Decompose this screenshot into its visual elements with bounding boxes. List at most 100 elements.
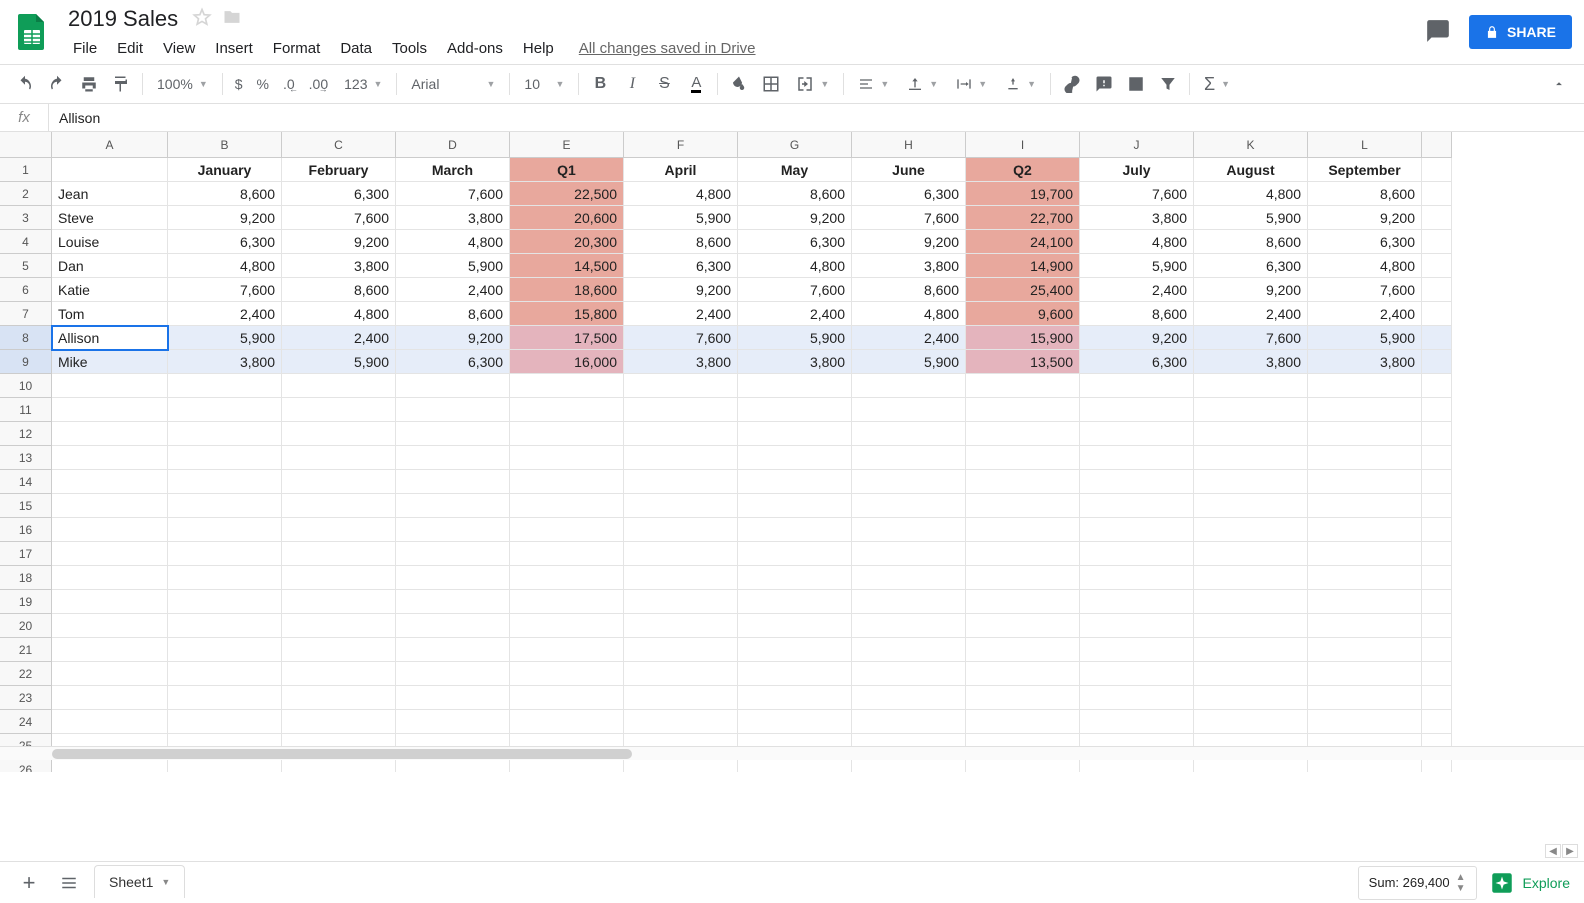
empty-cell[interactable] (510, 374, 624, 398)
menu-view[interactable]: View (154, 36, 204, 61)
name-cell[interactable]: Allison (52, 326, 168, 350)
col-header-F[interactable]: F (624, 132, 738, 158)
increase-decimal-button[interactable]: .00→ (303, 76, 334, 92)
empty-cell[interactable] (52, 422, 168, 446)
data-cell[interactable]: 7,600 (852, 206, 966, 230)
name-cell[interactable]: Katie (52, 278, 168, 302)
header-cell[interactable] (52, 158, 168, 182)
empty-cell[interactable] (624, 446, 738, 470)
data-cell[interactable]: 2,400 (168, 302, 282, 326)
data-cell[interactable]: 19,700 (966, 182, 1080, 206)
data-cell[interactable]: 6,300 (1308, 230, 1422, 254)
empty-cell[interactable] (282, 446, 396, 470)
data-cell[interactable]: 8,600 (1194, 230, 1308, 254)
data-cell[interactable]: 8,600 (852, 278, 966, 302)
empty-cell[interactable] (168, 374, 282, 398)
empty-cell[interactable] (624, 374, 738, 398)
data-cell[interactable]: 4,800 (852, 302, 966, 326)
empty-cell[interactable] (510, 686, 624, 710)
name-cell[interactable]: Tom (52, 302, 168, 326)
empty-cell[interactable] (966, 398, 1080, 422)
empty-cell[interactable] (852, 446, 966, 470)
empty-cell[interactable] (396, 542, 510, 566)
header-cell[interactable]: Q1 (510, 158, 624, 182)
empty-cell[interactable] (396, 470, 510, 494)
name-cell[interactable]: Steve (52, 206, 168, 230)
empty-cell[interactable] (282, 614, 396, 638)
col-header-C[interactable]: C (282, 132, 396, 158)
data-cell[interactable]: 7,600 (396, 182, 510, 206)
empty-cell[interactable] (282, 494, 396, 518)
empty-cell[interactable] (282, 566, 396, 590)
zoom-select[interactable]: 100%▼ (149, 76, 216, 92)
data-cell[interactable]: 14,500 (510, 254, 624, 278)
empty-cell[interactable] (168, 710, 282, 734)
insert-link-button[interactable] (1057, 69, 1087, 99)
data-cell[interactable]: 8,600 (168, 182, 282, 206)
data-cell[interactable]: 9,200 (738, 206, 852, 230)
move-folder-icon[interactable] (222, 7, 242, 30)
data-cell[interactable]: 24,100 (966, 230, 1080, 254)
empty-cell[interactable] (1308, 758, 1422, 772)
empty-cell[interactable] (396, 518, 510, 542)
comments-icon[interactable] (1425, 18, 1451, 47)
empty-cell[interactable] (282, 662, 396, 686)
empty-cell[interactable] (738, 494, 852, 518)
row-header-10[interactable]: 10 (0, 374, 52, 398)
empty-cell[interactable] (738, 662, 852, 686)
empty-cell[interactable] (396, 566, 510, 590)
data-cell[interactable]: 7,600 (168, 278, 282, 302)
data-cell[interactable]: 4,800 (1194, 182, 1308, 206)
format-currency-button[interactable]: $ (229, 76, 249, 92)
empty-cell[interactable] (1308, 566, 1422, 590)
empty-cell[interactable] (1080, 398, 1194, 422)
row-header-23[interactable]: 23 (0, 686, 52, 710)
name-cell[interactable]: Dan (52, 254, 168, 278)
menu-add-ons[interactable]: Add-ons (438, 36, 512, 61)
empty-cell[interactable] (966, 686, 1080, 710)
row-header-2[interactable]: 2 (0, 182, 52, 206)
empty-cell[interactable] (852, 470, 966, 494)
empty-cell[interactable] (1308, 470, 1422, 494)
redo-button[interactable] (42, 69, 72, 99)
empty-cell[interactable] (738, 758, 852, 772)
empty-cell[interactable] (168, 398, 282, 422)
empty-cell[interactable] (510, 710, 624, 734)
row-header-15[interactable]: 15 (0, 494, 52, 518)
empty-cell[interactable] (282, 686, 396, 710)
data-cell[interactable]: 5,900 (624, 206, 738, 230)
empty-cell[interactable] (1080, 710, 1194, 734)
empty-cell[interactable] (1308, 446, 1422, 470)
empty-cell[interactable] (510, 542, 624, 566)
empty-cell[interactable] (738, 638, 852, 662)
empty-cell[interactable] (52, 494, 168, 518)
empty-cell[interactable] (852, 542, 966, 566)
empty-cell[interactable] (168, 422, 282, 446)
row-header-11[interactable]: 11 (0, 398, 52, 422)
filter-button[interactable] (1153, 69, 1183, 99)
all-sheets-button[interactable] (54, 868, 84, 898)
select-all-corner[interactable] (0, 132, 52, 158)
data-cell[interactable]: 5,900 (396, 254, 510, 278)
paint-format-button[interactable] (106, 69, 136, 99)
data-cell[interactable]: 8,600 (282, 278, 396, 302)
header-cell[interactable]: September (1308, 158, 1422, 182)
header-cell[interactable]: January (168, 158, 282, 182)
header-cell[interactable]: Q2 (966, 158, 1080, 182)
empty-cell[interactable] (282, 542, 396, 566)
header-cell[interactable]: March (396, 158, 510, 182)
empty-cell[interactable] (282, 398, 396, 422)
empty-cell[interactable] (510, 566, 624, 590)
row-header-19[interactable]: 19 (0, 590, 52, 614)
row-header-18[interactable]: 18 (0, 566, 52, 590)
empty-cell[interactable] (396, 590, 510, 614)
row-header-1[interactable]: 1 (0, 158, 52, 182)
data-cell[interactable]: 4,800 (624, 182, 738, 206)
empty-cell[interactable] (52, 398, 168, 422)
data-cell[interactable]: 18,600 (510, 278, 624, 302)
empty-cell[interactable] (510, 614, 624, 638)
document-title[interactable]: 2019 Sales (64, 4, 182, 34)
empty-cell[interactable] (52, 758, 168, 772)
empty-cell[interactable] (624, 710, 738, 734)
data-cell[interactable]: 4,800 (738, 254, 852, 278)
